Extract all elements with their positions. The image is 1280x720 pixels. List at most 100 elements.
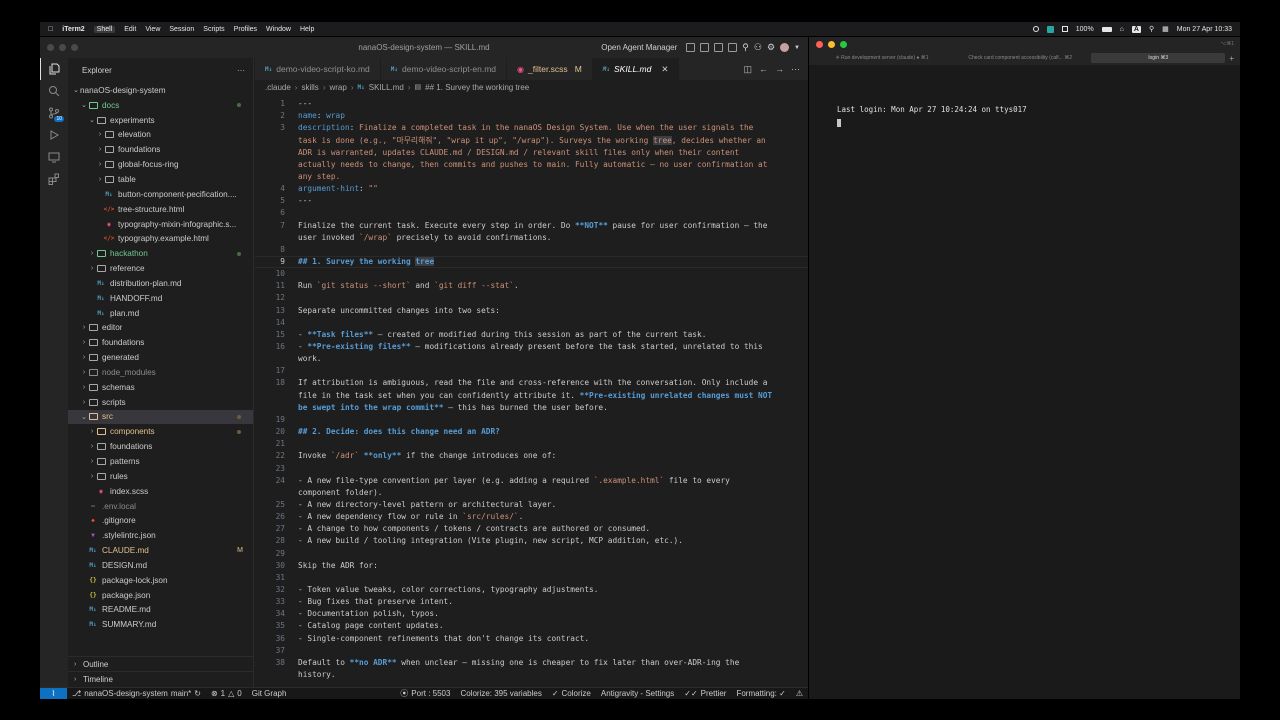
chevron-down-icon[interactable]: ▼ — [794, 45, 800, 51]
tree-file[interactable]: ⋯ .env.local — [68, 499, 253, 514]
tree-file[interactable]: ◆ .gitignore — [68, 513, 253, 528]
datetime[interactable]: Mon 27 Apr 10:33 — [1177, 26, 1232, 33]
tree-file[interactable]: M↓ button-component-pecification.... — [68, 187, 253, 202]
tree-folder[interactable]: › schemas — [68, 380, 253, 395]
colorize-variables[interactable]: Colorize: 395 variables — [455, 689, 546, 698]
tree-file[interactable]: M↓ HANDOFF.md — [68, 291, 253, 306]
breadcrumb-item[interactable]: SKILL.md — [369, 83, 404, 92]
breadcrumb-item[interactable]: skills — [301, 83, 318, 92]
menu-item-scripts[interactable]: Scripts — [203, 26, 224, 33]
terminal-tab[interactable]: ✳ Run development server (claude) ● ⌘1 — [815, 53, 949, 63]
search-icon[interactable]: ⚲ — [742, 42, 749, 53]
live-server-port[interactable]: ⦿ Port : 5503 — [395, 688, 455, 699]
tree-folder[interactable]: › patterns — [68, 454, 253, 469]
outline-section[interactable]: › Outline — [68, 656, 253, 671]
new-tab-button[interactable]: + — [1229, 54, 1234, 63]
tree-file[interactable]: M↓ plan.md — [68, 306, 253, 321]
editor-tab[interactable]: M↓ demo-video-script-en.md — [381, 58, 508, 80]
menu-item-profiles[interactable]: Profiles — [234, 26, 257, 33]
timeline-section[interactable]: › Timeline — [68, 671, 253, 686]
tree-file[interactable]: {} package-lock.json — [68, 573, 253, 588]
terminal-output[interactable]: Last login: Mon Apr 27 10:24:24 on ttys0… — [809, 65, 1240, 129]
tree-folder[interactable]: › foundations — [68, 142, 253, 157]
tree-folder[interactable]: › hackathon — [68, 246, 253, 261]
colorize-button[interactable]: ✓ Colorize — [547, 689, 596, 698]
tree-folder[interactable]: › components — [68, 424, 253, 439]
split-editor-icon[interactable]: ◫ — [743, 64, 752, 75]
source-control-view-button[interactable]: 10 — [40, 102, 68, 124]
app-status-icon[interactable] — [1046, 25, 1054, 33]
breadcrumb-item[interactable]: .claude — [265, 83, 291, 92]
terminal-tab[interactable]: Check card component accessibility (calf… — [953, 53, 1087, 63]
tree-folder[interactable]: › global-focus-ring — [68, 157, 253, 172]
code-editor[interactable]: 1 --- 2 name: wrap 3 description: Finalize a … — [255, 95, 808, 687]
more-actions-icon[interactable]: ⋯ — [791, 64, 800, 75]
antigravity-settings-button[interactable]: Antigravity - Settings — [596, 689, 679, 698]
tree-file[interactable]: ◉ index.scss — [68, 484, 253, 499]
problems-indicator[interactable]: ⊗ 1 △ 0 — [206, 689, 247, 698]
remote-indicator-icon[interactable]: ⌇ — [40, 687, 67, 699]
input-source-icon[interactable]: A — [1131, 25, 1141, 33]
tree-folder[interactable]: › reference — [68, 261, 253, 276]
git-graph-button[interactable]: Git Graph — [247, 689, 292, 698]
go-back-icon[interactable]: ← — [759, 64, 768, 75]
remote-explorer-view-button[interactable] — [40, 146, 68, 168]
branch-indicator[interactable]: ⎇ nanaOS-design-system main* ↻ — [67, 689, 206, 698]
toggle-sidebar-icon[interactable] — [700, 43, 710, 52]
tree-file[interactable]: {} package.json — [68, 588, 253, 603]
more-actions-icon[interactable]: ⋯ — [237, 66, 245, 75]
formatting-indicator[interactable]: Formatting: ✓ — [731, 689, 790, 698]
control-center-icon[interactable]: ▦ — [1162, 25, 1169, 33]
tree-folder[interactable]: › foundations — [68, 335, 253, 350]
tree-folder[interactable]: › node_modules — [68, 365, 253, 380]
tree-root[interactable]: ⌄ nanaOS-design-system — [68, 83, 253, 98]
search-icon[interactable]: ⚲ — [1149, 25, 1154, 33]
accounts-icon[interactable]: ⚇ — [754, 42, 762, 53]
tree-folder[interactable]: › elevation — [68, 128, 253, 143]
menu-item-session[interactable]: Session — [169, 26, 194, 33]
tree-file[interactable]: ▼ .stylelintrc.json — [68, 528, 253, 543]
tree-file[interactable]: </> tree-structure.html — [68, 202, 253, 217]
go-forward-icon[interactable]: → — [775, 64, 784, 75]
tree-folder[interactable]: › editor — [68, 321, 253, 336]
tree-folder[interactable]: ⌄ docs — [68, 98, 253, 113]
zoom-window-button[interactable] — [840, 40, 847, 48]
notifications-button[interactable]: ⚠ — [791, 689, 808, 698]
close-window-button[interactable] — [816, 40, 823, 48]
menu-item-view[interactable]: View — [145, 26, 160, 33]
close-window-button[interactable] — [47, 44, 54, 51]
tree-file[interactable]: M↓ distribution-plan.md — [68, 276, 253, 291]
zoom-window-button[interactable] — [71, 44, 78, 51]
tree-file[interactable]: ◉ typography-mixin-infographic.s... — [68, 217, 253, 232]
avatar[interactable] — [780, 43, 790, 52]
tree-file[interactable]: </> typography.example.html — [68, 231, 253, 246]
terminal-tab[interactable]: login ⌘3 — [1091, 53, 1226, 63]
layout-icon[interactable] — [686, 43, 696, 52]
tree-file[interactable]: M↓ SUMMARY.md — [68, 617, 253, 632]
minimize-window-button[interactable] — [828, 40, 835, 48]
prettier-button[interactable]: ✓✓ Prettier — [679, 689, 731, 698]
explorer-view-button[interactable] — [40, 58, 68, 80]
tree-folder[interactable]: ⌄ experiments — [68, 113, 253, 128]
menu-item-edit[interactable]: Edit — [124, 26, 136, 33]
breadcrumb-item[interactable]: wrap — [329, 83, 346, 92]
editor-tab[interactable]: M↓ demo-video-script-ko.md — [255, 58, 381, 80]
breadcrumb-item[interactable]: ## 1. Survey the working tree — [425, 83, 529, 92]
battery-icon[interactable] — [1061, 26, 1068, 32]
tree-folder[interactable]: › generated — [68, 350, 253, 365]
menu-item-shell[interactable]: Shell — [93, 25, 116, 33]
gear-icon[interactable]: ⚙ — [767, 42, 775, 53]
toggle-secondary-sidebar-icon[interactable] — [728, 43, 738, 52]
tree-folder[interactable]: ⌄ src — [68, 409, 253, 425]
toggle-panel-icon[interactable] — [714, 43, 724, 52]
tree-folder[interactable]: › rules — [68, 469, 253, 484]
tree-folder[interactable]: › scripts — [68, 395, 253, 410]
menu-item-window[interactable]: Window — [266, 26, 291, 33]
tree-folder[interactable]: › foundations — [68, 439, 253, 454]
tree-file[interactable]: M↓ CLAUDE.md M — [68, 543, 253, 558]
search-view-button[interactable] — [40, 80, 68, 102]
open-agent-manager-button[interactable]: Open Agent Manager — [601, 43, 677, 52]
editor-tab[interactable]: M↓ SKILL.md ✕ — [592, 58, 680, 80]
run-debug-view-button[interactable] — [40, 124, 68, 146]
record-icon[interactable] — [1032, 26, 1039, 32]
